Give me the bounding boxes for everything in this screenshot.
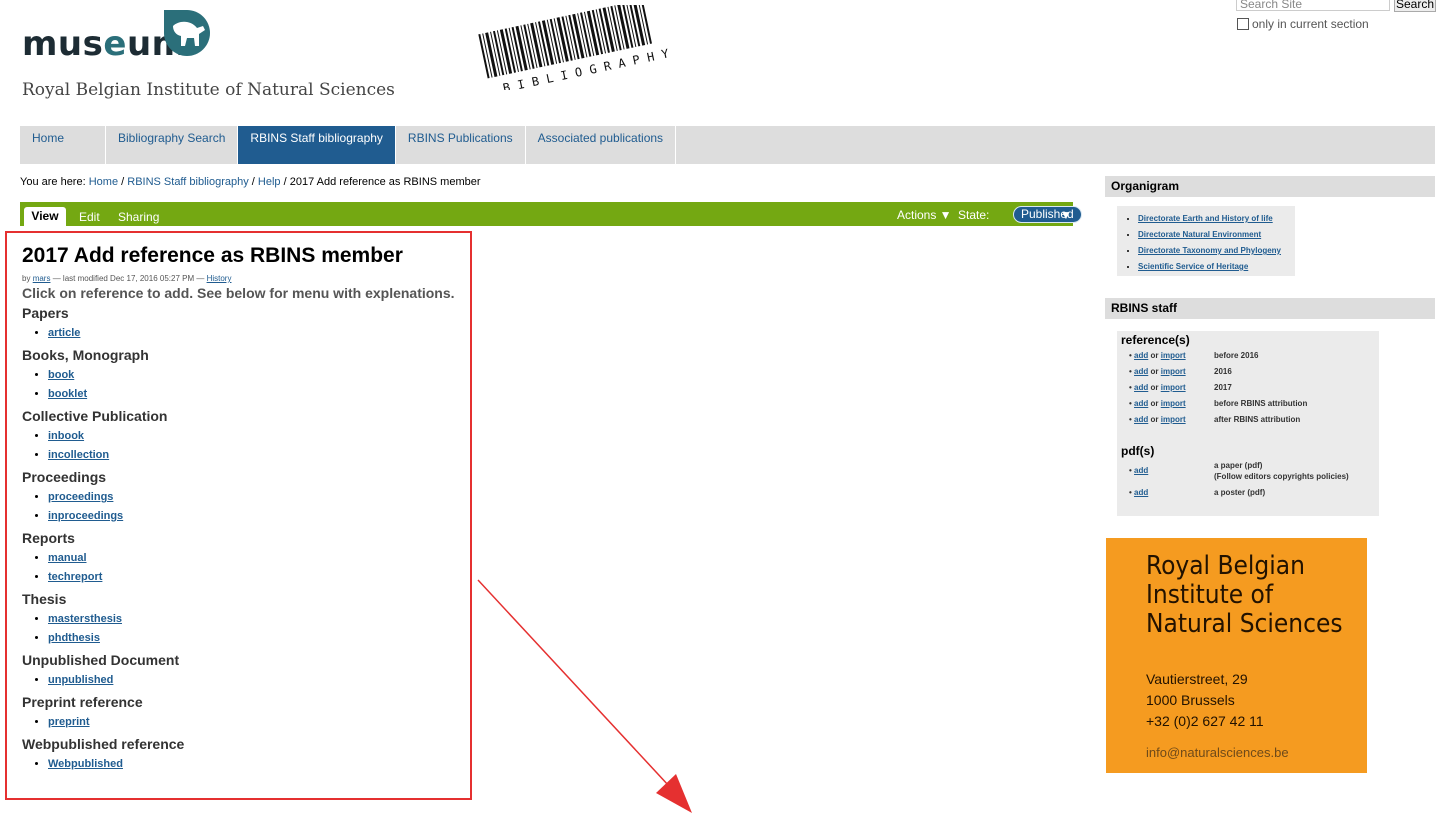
- reference-row: • add or import 2016: [1129, 367, 1232, 376]
- or-text: or: [1150, 415, 1159, 424]
- add-link[interactable]: add: [1134, 351, 1148, 360]
- add-link[interactable]: add: [1134, 399, 1148, 408]
- pdf-row: • add a poster (pdf): [1129, 488, 1266, 497]
- logo-word-part: mus: [22, 24, 104, 64]
- card-address-line: Vautierstreet, 29: [1146, 671, 1248, 687]
- reference-row: • add or import before 2016: [1129, 351, 1259, 360]
- institute-subtitle: Royal Belgian Institute of Natural Scien…: [22, 80, 395, 100]
- nav-tab-home[interactable]: Home: [20, 126, 106, 164]
- main-navigation: Home Bibliography Search RBINS Staff bib…: [20, 126, 1435, 164]
- breadcrumb-staff-bibliography[interactable]: RBINS Staff bibliography: [127, 176, 248, 188]
- card-email[interactable]: info@naturalsciences.be: [1146, 745, 1289, 760]
- tab-edit[interactable]: Edit: [79, 210, 100, 224]
- or-text: or: [1150, 351, 1159, 360]
- add-pdf-link[interactable]: add: [1134, 488, 1148, 497]
- only-current-label: only in current section: [1252, 17, 1369, 31]
- bibliography-barcode-logo: BIBLIOGRAPHY: [478, 5, 668, 90]
- breadcrumb-separator: /: [121, 176, 125, 188]
- reference-row-label: after RBINS attribution: [1214, 415, 1301, 424]
- pdfs-heading: pdf(s): [1121, 444, 1155, 458]
- breadcrumb-prefix: You are here:: [20, 176, 86, 188]
- dinosaur-logo-icon: [164, 10, 210, 56]
- organigram-link[interactable]: Directorate Taxonomy and Phylogeny: [1138, 246, 1281, 255]
- card-address-line: 1000 Brussels: [1146, 692, 1235, 708]
- add-pdf-link[interactable]: add: [1134, 466, 1148, 475]
- references-heading: reference(s): [1121, 333, 1190, 347]
- pdf-row: • add a paper (pdf) (Follow editors copyri…: [1129, 461, 1349, 481]
- reference-row: • add or import after RBINS attribution: [1129, 415, 1301, 424]
- add-link[interactable]: add: [1134, 367, 1148, 376]
- breadcrumb: You are here: Home / RBINS Staff bibliog…: [20, 176, 481, 188]
- reference-row-label: before RBINS attribution: [1214, 399, 1308, 408]
- rbins-staff-portlet-header: RBINS staff: [1105, 298, 1435, 319]
- only-current-checkbox[interactable]: [1237, 18, 1249, 30]
- content-action-bar: View Edit Sharing Actions ▼ State: Publi…: [20, 202, 1082, 226]
- nav-tab-associated-publications[interactable]: Associated publications: [526, 126, 677, 164]
- nav-tab-rbins-publications[interactable]: RBINS Publications: [396, 126, 526, 164]
- pdf-row-note: (Follow editors copyrights policies): [1214, 472, 1349, 481]
- reference-row-label: 2017: [1214, 383, 1232, 392]
- search-button[interactable]: Search: [1394, 0, 1436, 12]
- pdf-row-label: a paper (pdf): [1214, 461, 1263, 470]
- only-current-section-option[interactable]: only in current section: [1237, 17, 1369, 31]
- breadcrumb-home[interactable]: Home: [89, 176, 118, 188]
- nav-tab-bibliography-search[interactable]: Bibliography Search: [106, 126, 239, 164]
- organigram-portlet-header: Organigram: [1105, 176, 1435, 197]
- breadcrumb-separator: /: [251, 176, 255, 188]
- tab-view[interactable]: View: [24, 207, 66, 226]
- actions-menu[interactable]: Actions ▼: [897, 208, 952, 222]
- breadcrumb-separator: /: [283, 176, 287, 188]
- state-dropdown-arrow[interactable]: ▼: [1060, 208, 1072, 222]
- tab-sharing[interactable]: Sharing: [118, 210, 159, 224]
- or-text: or: [1150, 399, 1159, 408]
- import-link[interactable]: import: [1161, 399, 1186, 408]
- logo-word-part: e: [103, 24, 127, 64]
- card-phone: +32 (0)2 627 42 11: [1146, 713, 1264, 729]
- import-link[interactable]: import: [1161, 351, 1186, 360]
- import-link[interactable]: import: [1161, 415, 1186, 424]
- institute-contact-card[interactable]: Royal Belgian Institute of Natural Scien…: [1106, 538, 1367, 773]
- organigram-link[interactable]: Scientific Service of Heritage: [1138, 262, 1248, 271]
- organigram-list: Directorate Earth and History of life Di…: [1117, 206, 1295, 276]
- add-link[interactable]: add: [1134, 415, 1148, 424]
- pdf-row-label: a poster (pdf): [1214, 488, 1266, 497]
- state-label: State:: [958, 208, 990, 222]
- or-text: or: [1150, 383, 1159, 392]
- reference-row: • add or import 2017: [1129, 383, 1232, 392]
- add-link[interactable]: add: [1134, 383, 1148, 392]
- annotation-arrow-icon: [477, 579, 692, 813]
- reference-row-label: 2016: [1214, 367, 1232, 376]
- import-link[interactable]: import: [1161, 367, 1186, 376]
- card-title: Royal Belgian Institute of Natural Scien…: [1146, 551, 1343, 639]
- organigram-link[interactable]: Directorate Natural Environment: [1138, 230, 1261, 239]
- card-address: Vautierstreet, 29 1000 Brussels +32 (0)2…: [1146, 669, 1264, 732]
- breadcrumb-current: 2017 Add reference as RBINS member: [289, 176, 481, 188]
- reference-row: • add or import before RBINS attribution: [1129, 399, 1308, 408]
- reference-row-label: before 2016: [1214, 351, 1259, 360]
- annotation-highlight-box: [5, 231, 472, 800]
- or-text: or: [1150, 367, 1159, 376]
- rbins-staff-panel: reference(s) • add or import before 2016 …: [1117, 331, 1379, 516]
- nav-tab-rbins-staff-bibliography[interactable]: RBINS Staff bibliography: [238, 126, 396, 164]
- breadcrumb-help[interactable]: Help: [258, 176, 281, 188]
- search-input[interactable]: Search Site: [1236, 0, 1390, 11]
- organigram-link[interactable]: Directorate Earth and History of life: [1138, 214, 1273, 223]
- import-link[interactable]: import: [1161, 383, 1186, 392]
